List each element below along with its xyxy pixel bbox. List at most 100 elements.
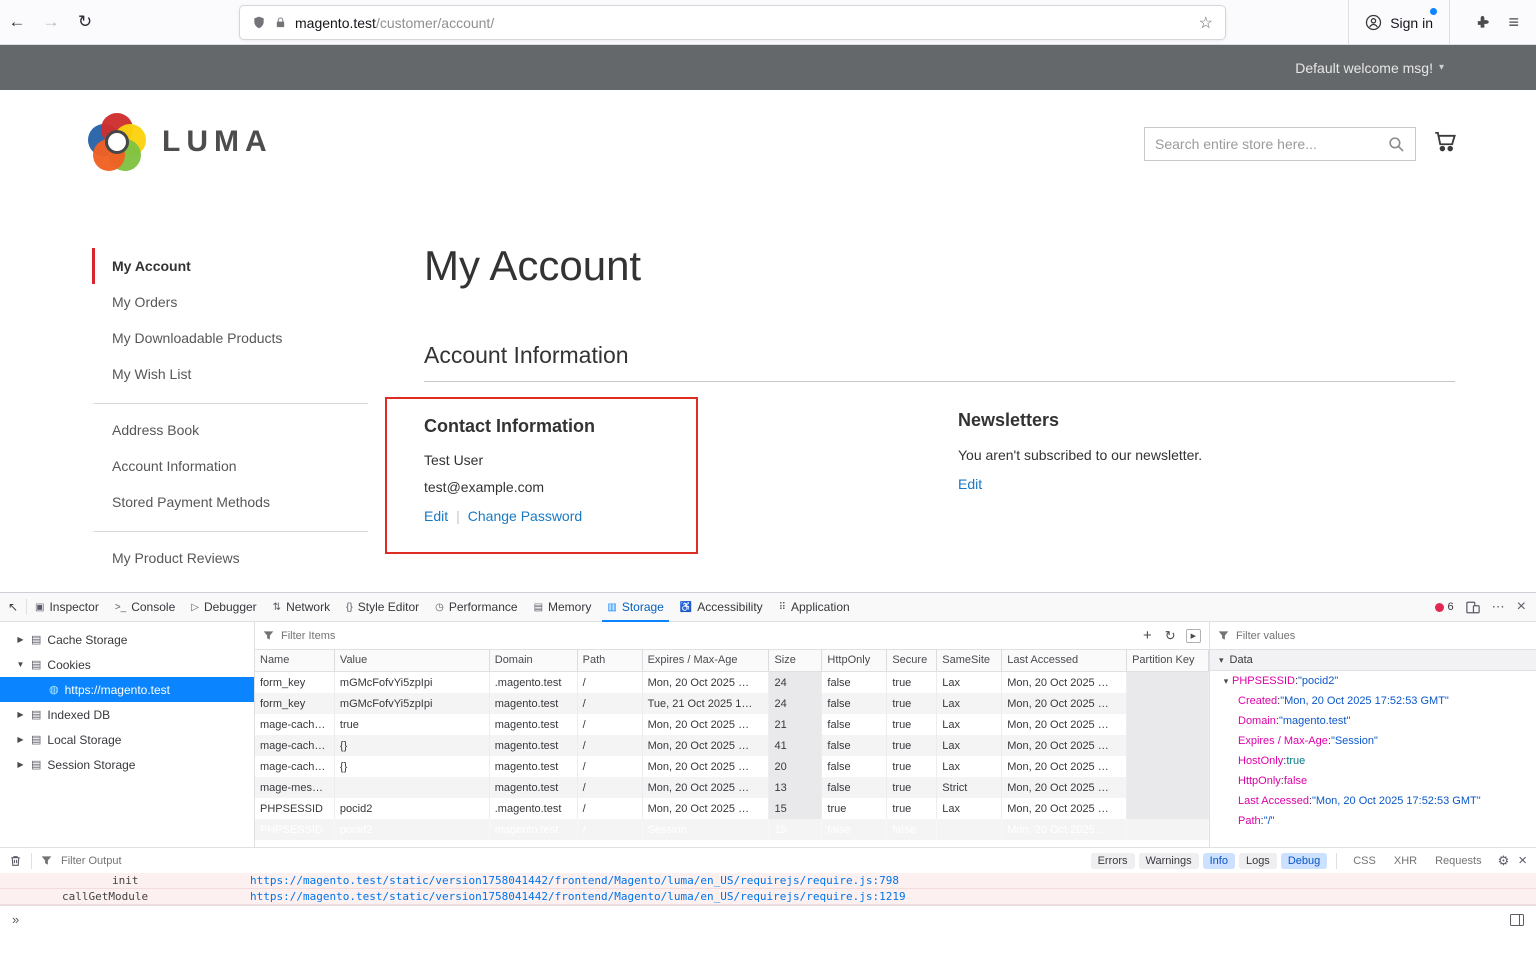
forward-icon[interactable]: →: [34, 12, 68, 32]
responsive-design-icon[interactable]: [1466, 601, 1480, 614]
filter-values-input[interactable]: [1236, 630, 1528, 642]
change-password-link[interactable]: Change Password: [468, 508, 582, 524]
meatball-menu-icon[interactable]: ⋯: [1492, 599, 1505, 615]
pick-element-icon[interactable]: ↖: [0, 593, 26, 621]
shield-icon[interactable]: [252, 15, 266, 30]
devtools-tab[interactable]: ◷ Performance: [427, 593, 525, 621]
console-filter-button[interactable]: Errors: [1091, 853, 1135, 869]
url-bar[interactable]: magento.test/customer/account/ ☆: [240, 6, 1225, 39]
devtools-tab[interactable]: {} Style Editor: [338, 593, 427, 621]
storage-tree-item[interactable]: ▶ ▤ Local Storage: [0, 727, 254, 752]
console-filter-button[interactable]: Debug: [1281, 853, 1327, 869]
cookie-data-item[interactable]: Expires / Max-Age "Session": [1210, 731, 1536, 751]
refresh-items-icon[interactable]: ↻: [1162, 628, 1179, 644]
sign-in-button[interactable]: Sign in: [1348, 0, 1450, 45]
caret-icon[interactable]: ▶: [16, 635, 25, 644]
account-nav-item[interactable]: My Product Reviews: [92, 531, 368, 576]
devtools-tab[interactable]: ♿ Accessibility: [672, 593, 771, 621]
account-nav-item[interactable]: Address Book: [92, 403, 368, 448]
filter-output-input[interactable]: [61, 855, 241, 867]
caret-icon[interactable]: ▶: [16, 760, 25, 769]
account-nav-item[interactable]: Stored Payment Methods: [92, 484, 368, 520]
expand-sidebar-icon[interactable]: »: [12, 912, 19, 927]
data-section-header[interactable]: ▾ Data: [1210, 650, 1536, 671]
storage-tree-item[interactable]: ▶ ▤ Session Storage: [0, 752, 254, 777]
caret-icon[interactable]: ▼: [16, 660, 25, 669]
clear-console-icon[interactable]: [9, 854, 22, 868]
cookie-row[interactable]: mage-cach… {} magento.test / Mon, 20 Oct…: [255, 735, 1209, 756]
column-header[interactable]: Name: [255, 650, 335, 671]
account-nav-item[interactable]: My Account: [92, 248, 368, 284]
caret-icon[interactable]: ▶: [16, 710, 25, 719]
luma-logo[interactable]: LUMA: [88, 113, 273, 171]
cookie-row[interactable]: mage-cach… {} magento.test / Mon, 20 Oct…: [255, 756, 1209, 777]
panel-toggle-icon[interactable]: ▶: [1186, 629, 1201, 643]
column-header[interactable]: Last Accessed: [1002, 650, 1127, 671]
storage-tree-item[interactable]: ▼ ▤ Cookies: [0, 652, 254, 677]
storage-tree-item[interactable]: ▶ ▤ Indexed DB: [0, 702, 254, 727]
cookie-data-item[interactable]: ▾ PHPSESSID "pocid2": [1210, 671, 1536, 691]
filter-items-input[interactable]: [281, 630, 1133, 642]
console-filter-button[interactable]: Info: [1203, 853, 1235, 869]
console-filter-button[interactable]: Requests: [1428, 853, 1488, 869]
column-header[interactable]: Value: [335, 650, 490, 671]
cookie-data-item[interactable]: HostOnly true: [1210, 751, 1536, 771]
cookie-data-item[interactable]: HttpOnly false: [1210, 771, 1536, 791]
column-header[interactable]: Expires / Max-Age: [643, 650, 770, 671]
account-nav-item[interactable]: Account Information: [92, 448, 368, 484]
column-header[interactable]: Path: [578, 650, 643, 671]
reload-icon[interactable]: ↻: [68, 12, 102, 32]
cookie-row[interactable]: mage-mes… magento.test / Mon, 20 Oct 202…: [255, 777, 1209, 798]
caret-icon[interactable]: ▶: [16, 735, 25, 744]
storage-tree-item[interactable]: ▶ ▤ Cache Storage: [0, 627, 254, 652]
cart-icon[interactable]: [1432, 128, 1458, 154]
devtools-tab[interactable]: ▥ Storage: [599, 593, 671, 621]
search-input[interactable]: [1155, 136, 1388, 152]
console-filter-button[interactable]: Logs: [1239, 853, 1277, 869]
account-nav-item[interactable]: My Orders: [92, 284, 368, 320]
devtools-tab[interactable]: ▤ Memory: [526, 593, 600, 621]
cookie-row[interactable]: form_key mGMcFofvYi5zpIpi .magento.test …: [255, 672, 1209, 693]
edit-contact-link[interactable]: Edit: [424, 508, 448, 524]
lock-icon[interactable]: [275, 16, 286, 29]
log-source-link[interactable]: https://magento.test/static/version17580…: [250, 874, 899, 887]
devtools-tab[interactable]: >_ Console: [107, 593, 183, 621]
caret-icon[interactable]: ▾: [1220, 676, 1232, 687]
edit-newsletters-link[interactable]: Edit: [958, 476, 982, 492]
column-header[interactable]: Partition Key: [1127, 650, 1209, 671]
account-nav-item[interactable]: My Wish List: [92, 356, 368, 392]
extensions-icon[interactable]: [1475, 15, 1490, 30]
log-source-link[interactable]: https://magento.test/static/version17580…: [250, 890, 906, 903]
console-filter-button[interactable]: Warnings: [1139, 853, 1199, 869]
column-header[interactable]: Secure: [887, 650, 937, 671]
devtools-tab[interactable]: ▷ Debugger: [183, 593, 264, 621]
search-icon[interactable]: [1388, 136, 1405, 153]
cookie-data-item[interactable]: Domain "magento.test": [1210, 711, 1536, 731]
column-header[interactable]: HttpOnly: [822, 650, 887, 671]
devtools-tab[interactable]: ⠿ Application: [771, 593, 858, 621]
bookmark-star-icon[interactable]: ☆: [1199, 13, 1213, 33]
cookie-data-item[interactable]: Last Accessed "Mon, 20 Oct 2025 17:52:53…: [1210, 791, 1536, 811]
cookie-row[interactable]: PHPSESSID pocid2 .magento.test / Mon, 20…: [255, 798, 1209, 819]
welcome-message[interactable]: Default welcome msg!: [1295, 60, 1433, 76]
menu-icon[interactable]: ≡: [1508, 12, 1519, 33]
console-settings-icon[interactable]: ⚙: [1498, 853, 1510, 869]
column-header[interactable]: SameSite: [937, 650, 1002, 671]
console-filter-button[interactable]: CSS: [1346, 853, 1383, 869]
cookie-data-item[interactable]: Created "Mon, 20 Oct 2025 17:52:53 GMT": [1210, 691, 1536, 711]
cookie-row[interactable]: mage-cach… true magento.test / Mon, 20 O…: [255, 714, 1209, 735]
account-nav-item[interactable]: My Downloadable Products: [92, 320, 368, 356]
back-icon[interactable]: ←: [0, 12, 34, 32]
storage-tree-item[interactable]: ◍ https://magento.test: [0, 677, 254, 702]
close-console-icon[interactable]: ×: [1518, 852, 1527, 869]
add-item-icon[interactable]: +: [1140, 627, 1155, 644]
cookie-row[interactable]: form_key mGMcFofvYi5zpIpi magento.test /…: [255, 693, 1209, 714]
cookie-data-item[interactable]: Path "/": [1210, 811, 1536, 831]
column-header[interactable]: Domain: [490, 650, 578, 671]
close-devtools-icon[interactable]: ×: [1517, 598, 1526, 616]
devtools-tab[interactable]: ⇅ Network: [265, 593, 338, 621]
devtools-tab[interactable]: ▣ Inspector: [27, 593, 107, 621]
cookie-row[interactable]: PHPSESSID pocid2 magento.test / Session …: [255, 819, 1209, 840]
error-count-badge[interactable]: 6: [1435, 601, 1454, 613]
split-panel-icon[interactable]: [1510, 914, 1524, 926]
